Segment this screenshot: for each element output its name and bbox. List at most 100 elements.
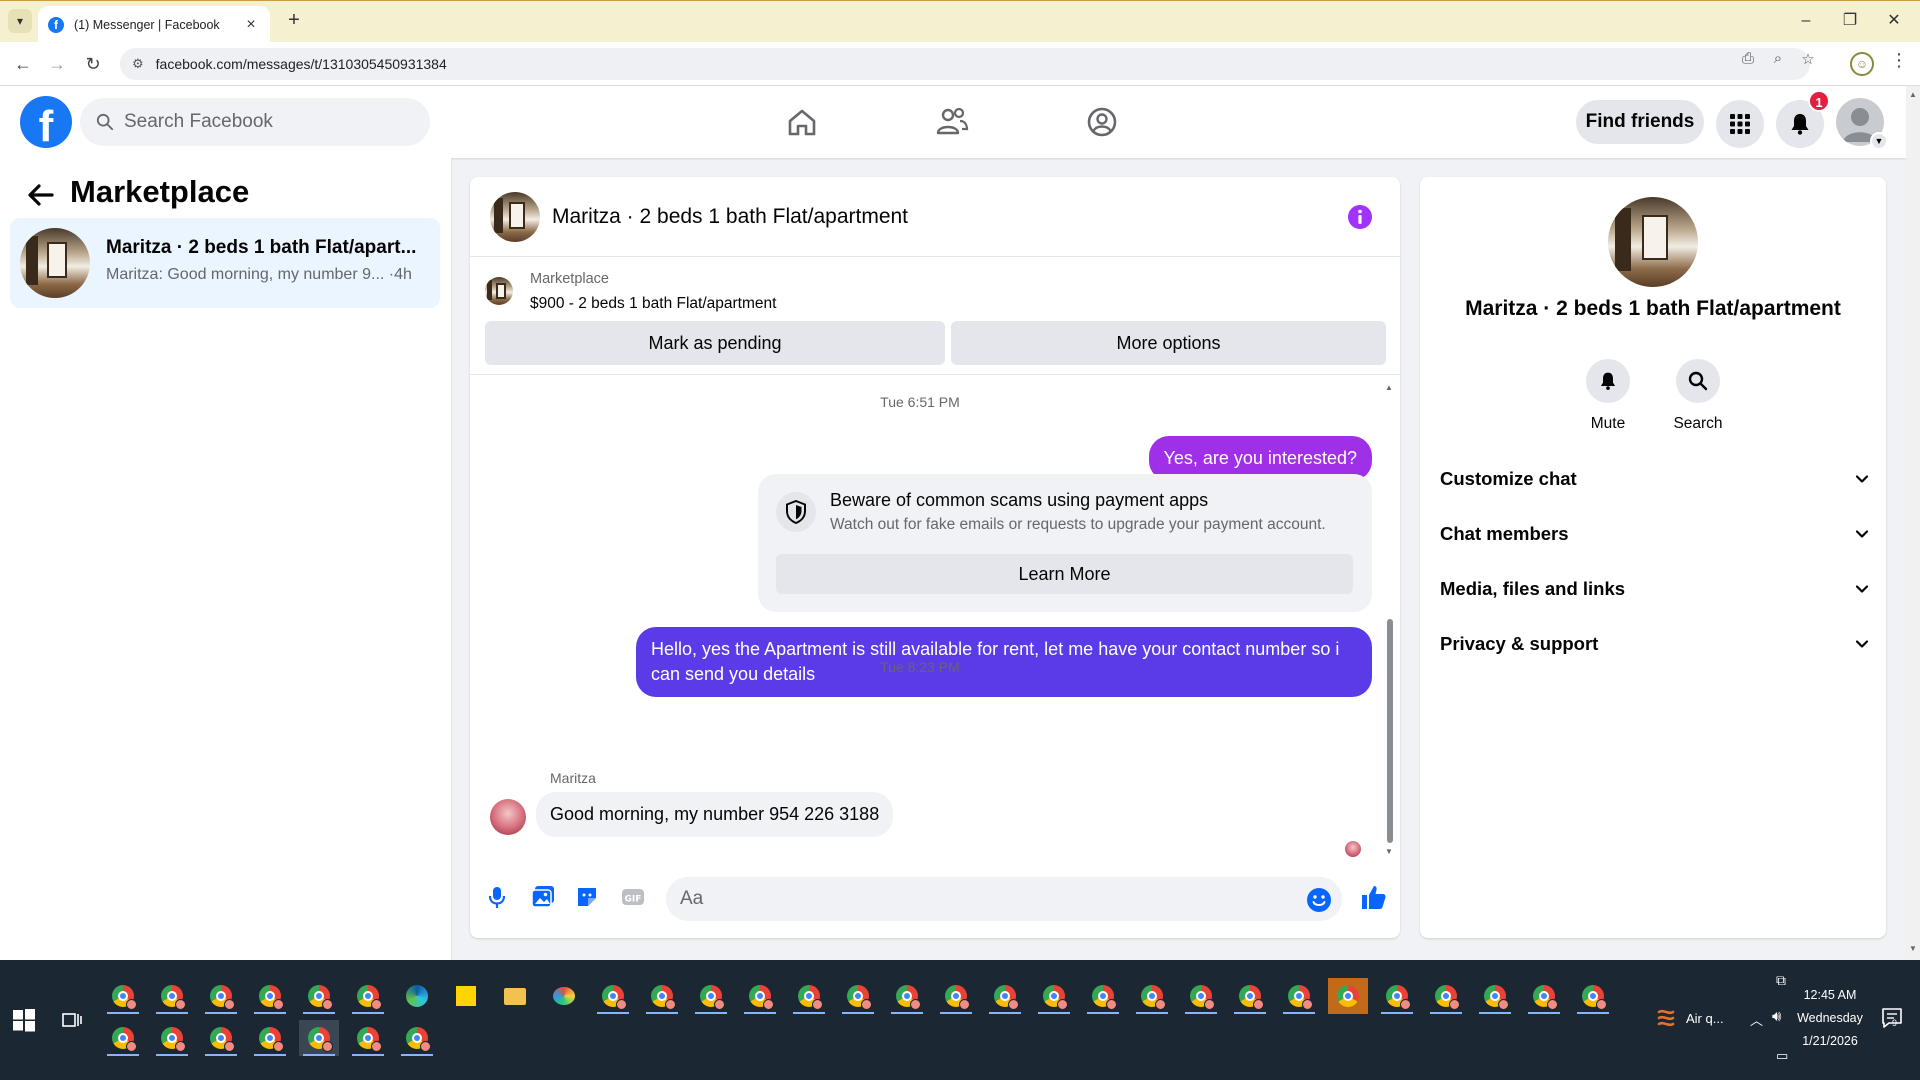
taskbar-chrome-icon[interactable] — [1083, 978, 1123, 1014]
air-quality-text[interactable]: Air q... — [1686, 1011, 1724, 1026]
clock-date[interactable]: 1/21/2026 — [1790, 1034, 1870, 1048]
page-scrollbar[interactable]: ▲ ▼ — [1906, 86, 1920, 960]
privacy-support-section[interactable]: Privacy & support — [1440, 624, 1870, 664]
microphone-icon[interactable] — [484, 884, 510, 910]
customize-chat-section[interactable]: Customize chat — [1440, 459, 1870, 499]
taskbar-chrome-icon[interactable] — [1279, 978, 1319, 1014]
incoming-message[interactable]: Good morning, my number 954 226 3188 — [536, 792, 894, 837]
tray-overflow-chevron-icon[interactable]: ︿ — [1750, 1010, 1763, 1029]
chat-title[interactable]: Maritza · 2 beds 1 bath Flat/apartment — [552, 205, 908, 229]
search-input[interactable] — [124, 111, 384, 133]
menu-grid-button[interactable] — [1716, 100, 1764, 148]
taskbar-chrome-icon[interactable] — [299, 978, 339, 1014]
emoji-icon[interactable] — [1306, 887, 1332, 913]
taskbar-chrome-icon[interactable] — [985, 978, 1025, 1014]
home-icon[interactable] — [780, 100, 824, 144]
listing-small-thumbnail[interactable] — [485, 277, 513, 305]
clock-day[interactable]: Wednesday — [1790, 1011, 1870, 1025]
taskbar-chrome-icon[interactable] — [1426, 978, 1466, 1014]
back-arrow-icon[interactable] — [26, 180, 56, 210]
taskbar-chrome-active-icon[interactable] — [299, 1020, 339, 1056]
chat-members-section[interactable]: Chat members — [1440, 514, 1870, 554]
taskbar-chrome-icon[interactable] — [1181, 978, 1221, 1014]
profile-thumbnail[interactable] — [1608, 197, 1698, 287]
taskbar-chrome-icon[interactable] — [887, 978, 927, 1014]
more-options-button[interactable]: More options — [951, 321, 1386, 365]
scroll-up-icon[interactable]: ▲ — [1909, 90, 1917, 99]
media-files-links-section[interactable]: Media, files and links — [1440, 569, 1870, 609]
message-thread[interactable]: Tue 6:51 PM Yes, are you interested? Bew… — [470, 375, 1400, 862]
air-quality-icon[interactable] — [1656, 1006, 1676, 1030]
taskbar-chrome-icon[interactable] — [789, 978, 829, 1014]
taskbar-chrome-icon[interactable] — [1230, 978, 1270, 1014]
taskbar-chrome-icon[interactable] — [348, 978, 388, 1014]
chat-header-thumbnail[interactable] — [490, 192, 540, 242]
show-desktop-icon[interactable]: ▭ — [1776, 1048, 1788, 1064]
minimize-icon[interactable]: – — [1786, 7, 1826, 35]
taskbar-chrome-icon[interactable] — [691, 978, 731, 1014]
mark-as-pending-button[interactable]: Mark as pending — [485, 321, 945, 365]
search-in-chat-button[interactable]: Search — [1653, 359, 1743, 433]
thumbs-up-icon[interactable] — [1358, 882, 1388, 912]
sticker-icon[interactable] — [574, 884, 600, 910]
taskbar-paint-icon[interactable] — [544, 978, 584, 1014]
scroll-down-icon[interactable]: ▼ — [1385, 847, 1393, 856]
taskbar-chrome-icon[interactable] — [1377, 978, 1417, 1014]
bookmark-star-icon[interactable]: ☆ — [1798, 50, 1818, 68]
facebook-logo-icon[interactable]: f — [20, 96, 72, 148]
taskbar-chrome-icon[interactable] — [397, 1020, 437, 1056]
taskbar-chrome-icon[interactable] — [152, 1020, 192, 1056]
taskbar-chrome-icon[interactable] — [936, 978, 976, 1014]
close-window-icon[interactable]: ✕ — [1874, 7, 1914, 35]
taskbar-edge-icon[interactable] — [397, 978, 437, 1014]
search-circle[interactable] — [1676, 359, 1720, 403]
message-input[interactable] — [680, 877, 1280, 921]
taskbar-chrome-icon[interactable] — [152, 978, 192, 1014]
friends-icon[interactable] — [930, 100, 974, 144]
photo-icon[interactable] — [530, 884, 556, 910]
info-icon[interactable] — [1347, 204, 1373, 230]
zoom-icon[interactable]: ⌕ — [1768, 50, 1788, 67]
taskbar-chrome-icon[interactable] — [1573, 978, 1613, 1014]
install-app-icon[interactable]: ⎙ — [1738, 50, 1758, 67]
mute-circle[interactable] — [1586, 359, 1630, 403]
windows-start-icon[interactable] — [12, 1008, 36, 1032]
forward-icon[interactable]: → — [44, 52, 70, 78]
taskbar-chrome-icon[interactable] — [740, 978, 780, 1014]
message-input-box[interactable] — [666, 877, 1342, 921]
find-friends-button[interactable]: Find friends — [1576, 100, 1704, 144]
learn-more-button[interactable]: Learn More — [776, 554, 1353, 594]
conversation-list-item[interactable]: Maritza · 2 beds 1 bath Flat/apart... Ma… — [10, 218, 440, 308]
scroll-down-icon[interactable]: ▼ — [1909, 944, 1917, 953]
taskbar-chrome-icon[interactable] — [103, 1020, 143, 1056]
taskbar-chrome-icon[interactable] — [250, 1020, 290, 1056]
taskbar-chrome-icon[interactable] — [1132, 978, 1172, 1014]
restore-icon[interactable]: ❐ — [1830, 7, 1870, 35]
url-omnibox[interactable]: ⚙ facebook.com/messages/t/13103054509313… — [120, 48, 1810, 80]
mute-button[interactable]: Mute — [1563, 359, 1653, 433]
clock-time[interactable]: 12:45 AM — [1790, 988, 1870, 1002]
scroll-up-icon[interactable]: ▲ — [1385, 383, 1393, 392]
taskbar-chrome-icon[interactable] — [1475, 978, 1515, 1014]
browser-profile-icon[interactable]: ☺ — [1850, 52, 1874, 76]
account-chevron-down-icon[interactable]: ▼ — [1870, 132, 1888, 150]
taskbar-chrome-icon[interactable] — [642, 978, 682, 1014]
taskbar-chrome-highlighted-icon[interactable] — [1328, 978, 1368, 1014]
taskbar-chrome-icon[interactable] — [201, 978, 241, 1014]
meet-now-icon[interactable]: ⧉ — [1776, 972, 1786, 989]
chat-scrollbar[interactable]: ▲ ▼ — [1385, 383, 1395, 856]
task-view-icon[interactable] — [60, 1008, 84, 1032]
taskbar-file-explorer-icon[interactable] — [495, 978, 535, 1014]
taskbar-chrome-icon[interactable] — [103, 978, 143, 1014]
tab-close-icon[interactable]: × — [242, 16, 260, 34]
taskbar-chrome-icon[interactable] — [838, 978, 878, 1014]
sender-avatar[interactable] — [490, 799, 526, 835]
taskbar-chrome-icon[interactable] — [1034, 978, 1074, 1014]
profile-circle-icon[interactable] — [1080, 100, 1124, 144]
taskbar-chrome-icon[interactable] — [348, 1020, 388, 1056]
browser-menu-icon[interactable]: ⋮ — [1890, 50, 1908, 71]
taskbar-chrome-icon[interactable] — [201, 1020, 241, 1056]
scrollbar-thumb[interactable] — [1387, 619, 1393, 843]
new-tab-icon[interactable]: + — [282, 9, 306, 33]
back-icon[interactable]: ← — [10, 52, 36, 78]
